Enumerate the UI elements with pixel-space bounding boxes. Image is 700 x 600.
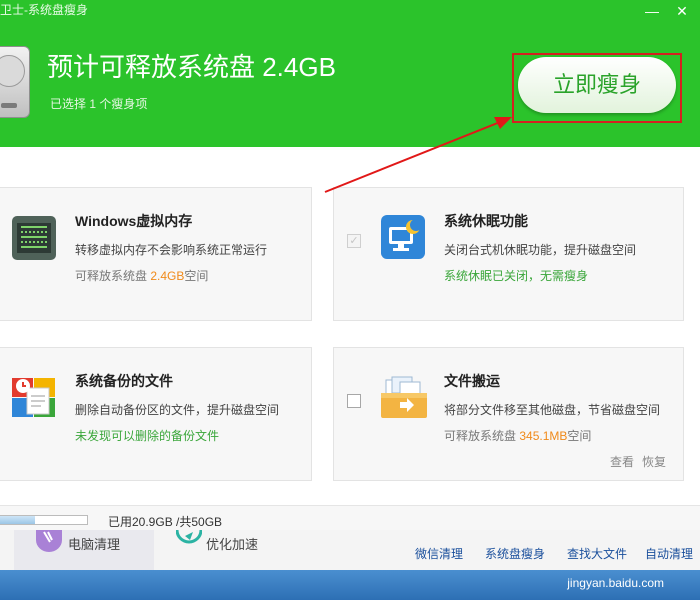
rocket-icon [176,530,202,544]
tab-label: 电脑清理 [68,537,121,552]
tab-speed-up[interactable]: 优化加速 [170,530,310,570]
broom-icon [36,530,62,552]
annotation-arrow [324,117,512,193]
link-wechat-cleanup[interactable]: 微信清理 [415,545,463,562]
tab-label: 优化加速 [206,537,259,552]
link-system-disk-slimming[interactable]: 系统盘瘦身 [485,545,545,562]
link-find-large-files[interactable]: 查找大文件 [567,545,627,562]
link-auto-cleanup[interactable]: 自动清理 [645,545,693,562]
watermark-text: jingyan.baidu.com [567,576,664,590]
tab-computer-cleanup[interactable]: 电脑清理 [14,530,154,570]
